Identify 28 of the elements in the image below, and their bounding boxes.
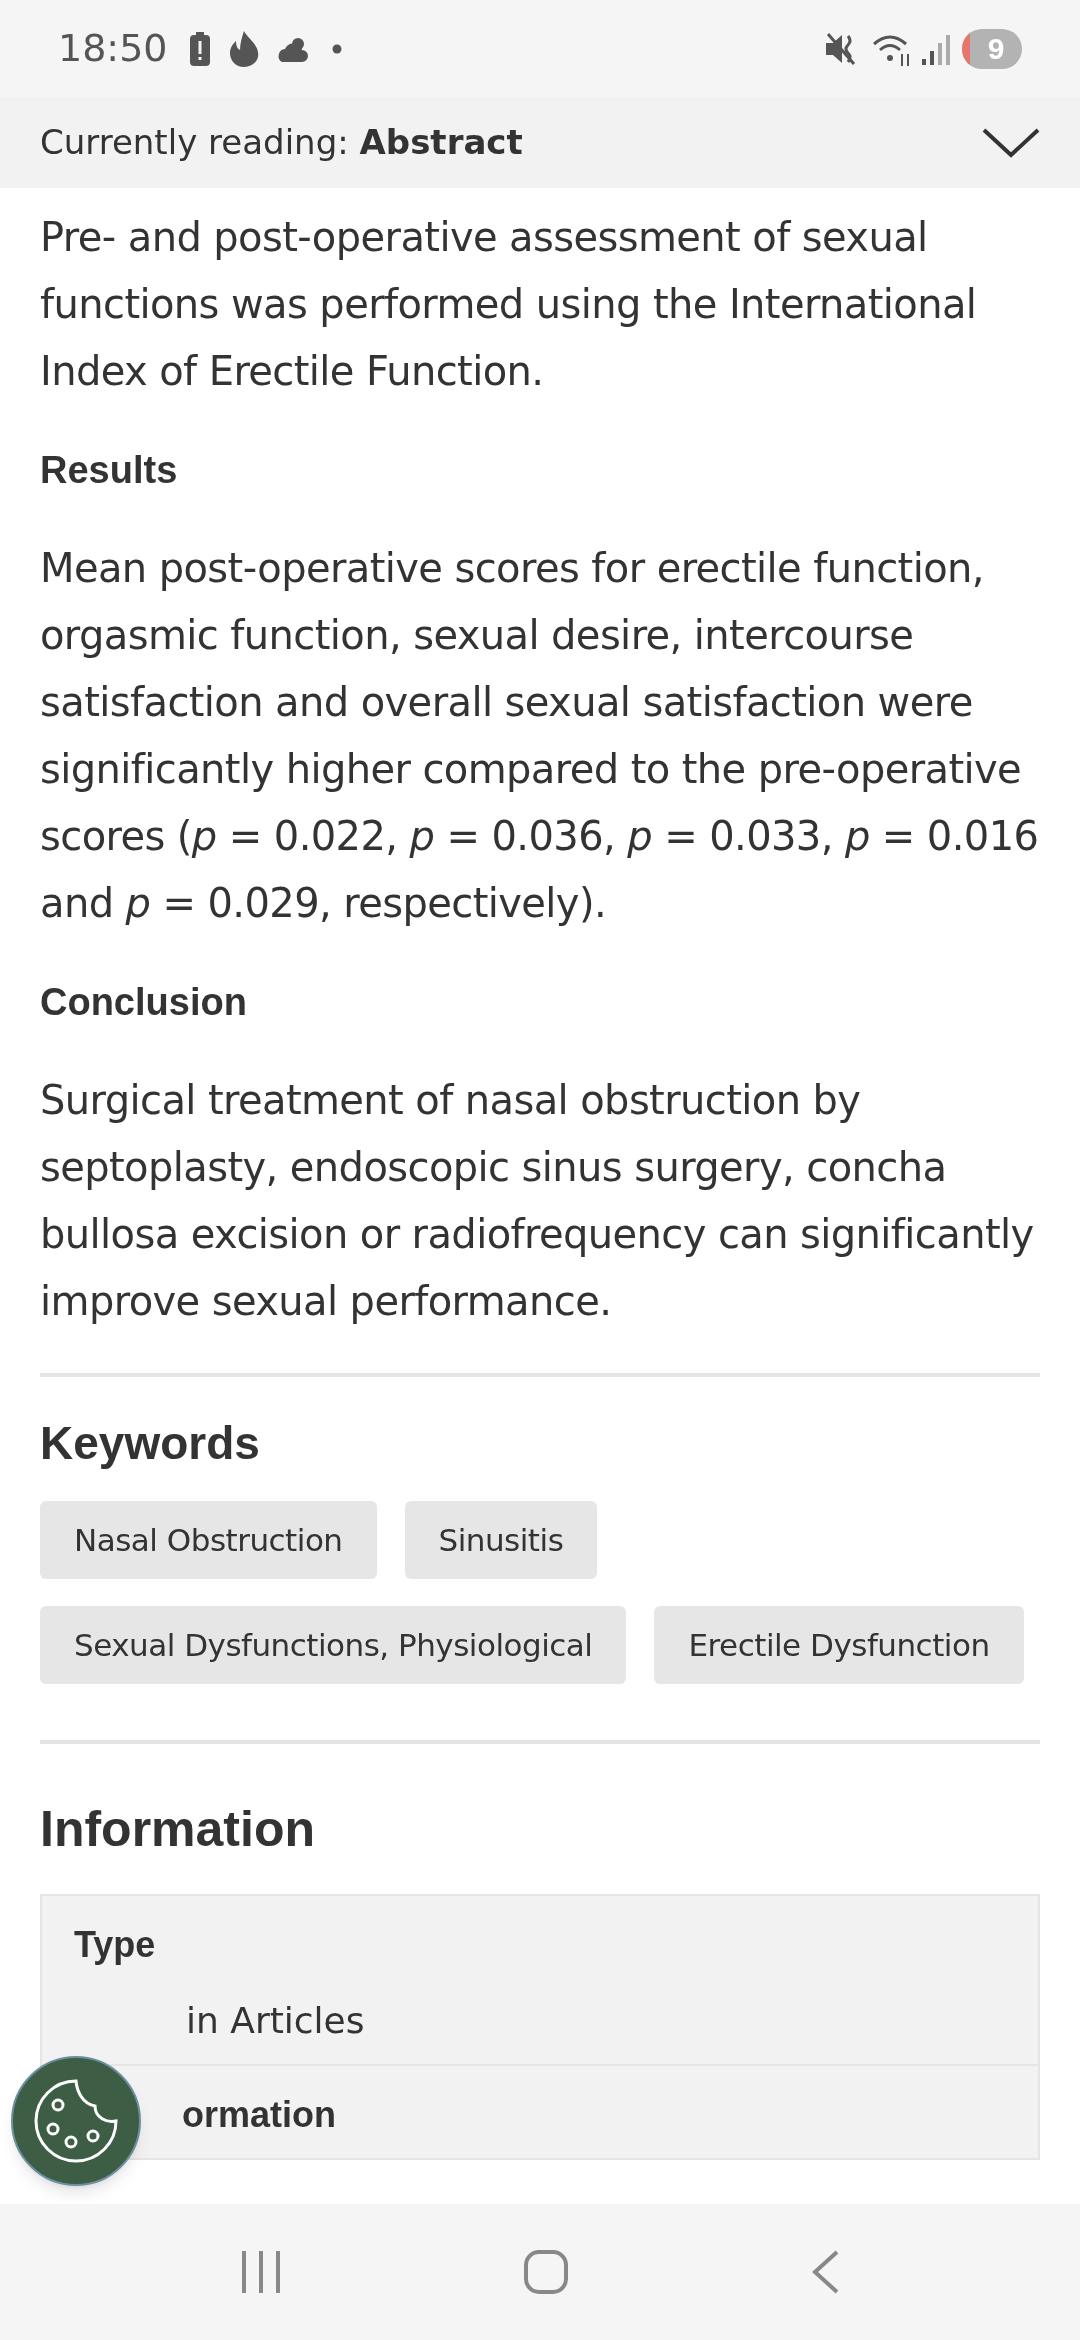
abstract-paragraph: Mean post-operative scores for erectile function, orgasmic function, sexual desire, intercourse satisfaction and overall sexual satisfaction were significantly higher compared to the pre-operative scores (p = 0.022, p = 0.036, p = 0.033, p = 0.016 and p = 0.029, respectively). xyxy=(40,544,1040,928)
section-heading: Keywords xyxy=(40,1416,261,1471)
cookie-icon xyxy=(33,2078,119,2164)
keyword-tag[interactable]: Nasal Obstruction xyxy=(40,1501,377,1579)
flame-icon xyxy=(227,30,260,67)
section-subheading: Conclusion xyxy=(40,980,248,1025)
abstract-paragraph: Surgical treatment of nasal obstruction by septoplasty, endoscopic sinus surgery, concha bullosa excision or radiofrequency can significantly improve sexual performance. xyxy=(40,1076,1035,1326)
dot-icon xyxy=(331,43,342,54)
battery-badge: 9 xyxy=(962,28,1022,69)
section-subheading: Results xyxy=(40,448,179,493)
keyword-tag[interactable]: Erectile Dysfunction xyxy=(654,1606,1024,1684)
keyword-tag[interactable]: Sinusitis xyxy=(404,1501,598,1579)
section-heading: Information xyxy=(40,1800,316,1859)
info-value: in Articles xyxy=(185,1999,366,2043)
reading-label: Currently reading: Abstract xyxy=(40,121,523,164)
home-icon[interactable] xyxy=(524,2250,568,2294)
info-label: ormation xyxy=(181,2093,337,2137)
battery-alert-icon xyxy=(189,31,210,66)
mute-icon xyxy=(826,31,858,66)
status-time: 18:50 xyxy=(58,25,168,72)
back-icon[interactable] xyxy=(810,2250,839,2294)
abstract-paragraph: Pre- and post-operative assessment of sexual functions was performed using the International Index of Erectile Function. xyxy=(40,213,978,396)
recent-apps-icon[interactable] xyxy=(241,2251,282,2293)
signal-icon xyxy=(922,32,950,65)
reading-bar[interactable]: Currently reading: Abstract xyxy=(0,97,1080,188)
info-label: Type xyxy=(74,1923,157,1967)
keyword-tag[interactable]: Sexual Dysfunctions, Physiological xyxy=(40,1606,627,1684)
chevron-down-icon[interactable] xyxy=(982,127,1040,158)
